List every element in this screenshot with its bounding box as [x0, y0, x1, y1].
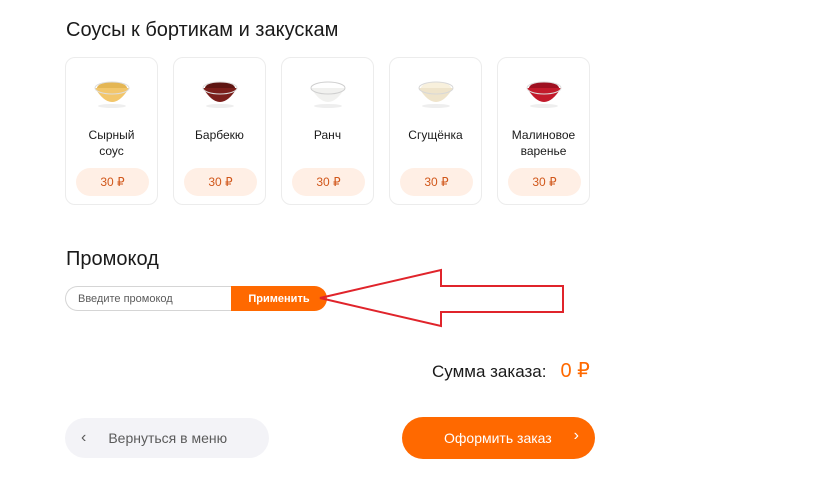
promo-form: Применить	[65, 286, 327, 311]
sauce-card[interactable]: Сырный соус 30 ₽	[65, 57, 158, 205]
sauce-bowl-image	[310, 81, 346, 108]
sauce-bowl-image	[418, 81, 454, 108]
sauce-price-button[interactable]: 30 ₽	[184, 168, 257, 196]
sauce-name: Малиновое варенье	[511, 128, 576, 158]
apply-promo-button[interactable]: Применить	[231, 286, 327, 311]
sauce-name: Барбекю	[195, 128, 244, 142]
sauce-price-button[interactable]: 30 ₽	[292, 168, 365, 196]
checkout-button[interactable]: Оформить заказ ›	[402, 417, 595, 459]
promo-code-input[interactable]	[65, 286, 232, 311]
sauce-price-button[interactable]: 30 ₽	[508, 168, 581, 196]
promo-title: Промокод	[66, 248, 159, 270]
sauce-card[interactable]: Барбекю 30 ₽	[173, 57, 266, 205]
sauce-cards: Сырный соус 30 ₽ Барбекю 30 ₽ Ранч 30 ₽	[65, 57, 590, 205]
sauce-name: Ранч	[313, 128, 342, 142]
checkout-label: Оформить заказ	[444, 430, 552, 446]
sauce-price-button[interactable]: 30 ₽	[400, 168, 473, 196]
cart-page: Соусы к бортикам и закускам Сырный соус …	[0, 0, 827, 500]
sauces-section-title: Соусы к бортикам и закускам	[66, 19, 339, 41]
order-total: Сумма заказа: 0 ₽	[432, 358, 590, 383]
sauce-card[interactable]: Малиновое варенье 30 ₽	[497, 57, 590, 205]
left-arrow-annotation	[319, 268, 564, 328]
sauce-bowl-image	[202, 81, 238, 108]
sauce-bowl-image	[94, 81, 130, 108]
order-total-value: 0 ₽	[560, 360, 590, 382]
sauce-card[interactable]: Ранч 30 ₽	[281, 57, 374, 205]
sauce-card[interactable]: Сгущёнка 30 ₽	[389, 57, 482, 205]
back-to-menu-label: Вернуться в меню	[108, 430, 228, 446]
sauce-bowl-image	[526, 81, 562, 108]
chevron-right-icon: ›	[573, 427, 579, 444]
sauce-price-button[interactable]: 30 ₽	[76, 168, 149, 196]
back-to-menu-button[interactable]: ‹ Вернуться в меню	[65, 418, 269, 458]
sauce-name: Сырный соус	[88, 128, 135, 158]
chevron-left-icon: ‹	[81, 429, 87, 446]
sauce-name: Сгущёнка	[408, 128, 463, 142]
order-total-label: Сумма заказа:	[432, 362, 547, 381]
